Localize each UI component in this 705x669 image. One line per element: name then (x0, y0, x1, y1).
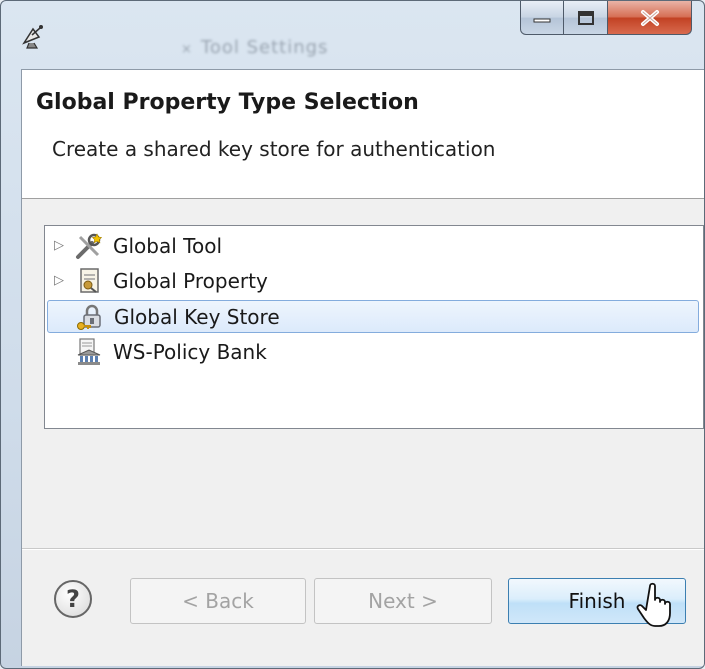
minimize-icon (533, 18, 551, 22)
close-button[interactable] (608, 1, 692, 35)
maximize-button[interactable] (564, 1, 608, 35)
policy-bank-icon (71, 337, 107, 367)
tree-item-global-property[interactable]: ▷ Global Property (47, 264, 268, 297)
help-icon: ? (66, 585, 80, 613)
tree-item-ws-policy-bank[interactable]: WS-Policy Bank (47, 335, 267, 368)
expand-arrow-icon[interactable]: ▷ (47, 273, 71, 288)
property-type-tree[interactable]: ▷ Global Tool ▷ Global Property Global K… (44, 225, 704, 429)
minimize-button[interactable] (520, 1, 564, 35)
tree-item-global-tool[interactable]: ▷ Global Tool (47, 229, 222, 262)
caption-buttons (520, 1, 692, 45)
tree-item-label: Global Key Store (114, 304, 280, 329)
tree-item-label: Global Property (113, 268, 268, 293)
mouse-cursor-icon (636, 582, 671, 627)
expand-arrow-icon[interactable]: ▷ (47, 238, 71, 253)
background-window-title: × Tool Settings (181, 37, 329, 58)
tools-icon (71, 231, 107, 261)
close-icon (640, 9, 659, 26)
tree-item-global-key-store[interactable]: Global Key Store (47, 300, 699, 333)
lock-key-icon (72, 302, 108, 332)
property-document-icon (71, 266, 107, 296)
page-title: Global Property Type Selection (36, 90, 419, 115)
page-description: Create a shared key store for authentica… (52, 137, 496, 161)
dialog-client-area: Global Property Type Selection Create a … (21, 69, 704, 666)
back-button[interactable]: < Back (130, 578, 306, 624)
maximize-icon (577, 10, 594, 25)
help-button[interactable]: ? (54, 580, 92, 618)
wizard-header: Global Property Type Selection Create a … (22, 70, 704, 199)
tree-item-label: Global Tool (113, 233, 223, 258)
next-button[interactable]: Next > (314, 578, 492, 624)
satellite-dish-icon (22, 25, 43, 49)
dialog-window: × Tool Settings Global Property Type Sele… (0, 0, 705, 669)
tree-item-label: WS-Policy Bank (113, 339, 267, 364)
